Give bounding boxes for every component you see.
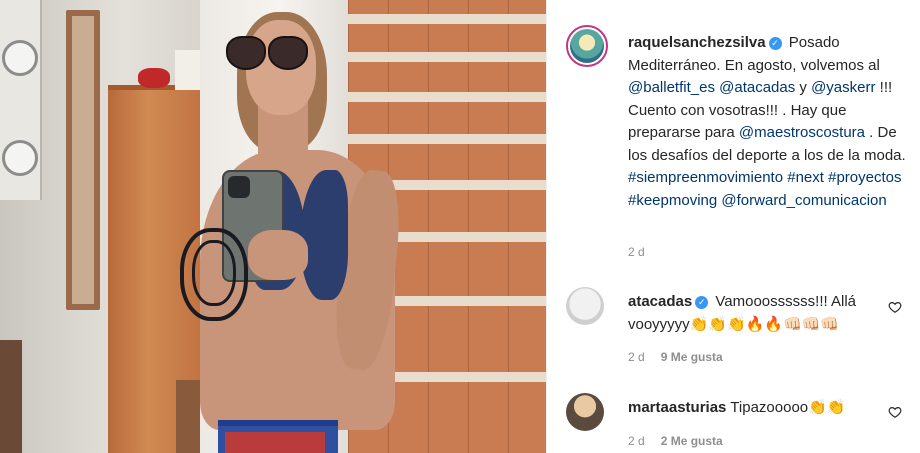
stair-step	[348, 52, 546, 62]
hashtag-link[interactable]: #keepmoving	[628, 192, 717, 209]
avatar[interactable]	[566, 287, 604, 325]
hashtag-link[interactable]: #next	[787, 169, 824, 186]
comment: martaasturias Tipazooooo👏👏	[628, 397, 918, 420]
comment-username[interactable]: atacadas	[628, 293, 692, 310]
white-object	[175, 50, 203, 90]
avatar-image	[570, 29, 604, 63]
phone-cord	[192, 240, 236, 306]
heart-icon[interactable]	[888, 300, 902, 314]
avatar[interactable]	[566, 25, 608, 67]
wall-panel	[0, 0, 42, 200]
hashtag-link[interactable]: #siempreenmovimiento	[628, 169, 783, 186]
lens	[268, 36, 308, 70]
bikini-top	[300, 170, 348, 300]
verified-badge-icon: ✓	[768, 37, 782, 50]
comments-panel: raquelsanchezsilva ✓ Posado Mediterráneo.…	[546, 0, 920, 453]
lens	[226, 36, 266, 70]
post-time[interactable]: 2 d	[628, 245, 645, 259]
comment-meta: 2 d 2 Me gusta	[628, 434, 723, 448]
dial	[2, 140, 38, 176]
dial	[2, 40, 38, 76]
mention-link[interactable]: @maestroscostura	[739, 124, 865, 141]
verified-badge-icon: ✓	[695, 296, 709, 309]
comment-text: Tipazooooo👏👏	[730, 399, 846, 416]
mention-link[interactable]: @forward_comunicacion	[721, 192, 886, 209]
comment-meta: 2 d 9 Me gusta	[628, 350, 723, 364]
caption-text: Posado Mediterráneo. En agosto, volvemos…	[628, 34, 906, 209]
comment: atacadas ✓ Vamooossssss!!! Allá vooyyyyy👏…	[628, 291, 918, 336]
stair-step	[348, 14, 546, 24]
mention-link[interactable]: @yaskerr	[811, 79, 875, 96]
sunglasses	[226, 36, 308, 70]
hashtag-link[interactable]: #proyectos	[828, 169, 901, 186]
comment-time[interactable]: 2 d	[628, 350, 645, 364]
post-photo[interactable]	[0, 0, 546, 453]
hand	[248, 230, 308, 280]
comment-username[interactable]: martaasturias	[628, 399, 726, 416]
comment-likes[interactable]: 2 Me gusta	[661, 434, 723, 448]
post-caption: raquelsanchezsilva ✓ Posado Mediterráneo.…	[628, 32, 918, 212]
stair-step	[348, 134, 546, 144]
chair	[0, 340, 22, 453]
mention-link[interactable]: @balletfit_es	[628, 79, 715, 96]
red-object	[138, 68, 170, 88]
camera-module	[228, 176, 250, 198]
stair-step	[348, 92, 546, 102]
comment-time[interactable]: 2 d	[628, 434, 645, 448]
post-username[interactable]: raquelsanchezsilva	[628, 34, 766, 51]
door-frame	[66, 10, 100, 310]
mention-link[interactable]: @atacadas	[719, 79, 795, 96]
comment-likes[interactable]: 9 Me gusta	[661, 350, 723, 364]
caption-fragment: y	[795, 79, 812, 96]
avatar[interactable]	[566, 393, 604, 431]
bikini-bottom-print	[225, 432, 325, 453]
heart-icon[interactable]	[888, 405, 902, 419]
